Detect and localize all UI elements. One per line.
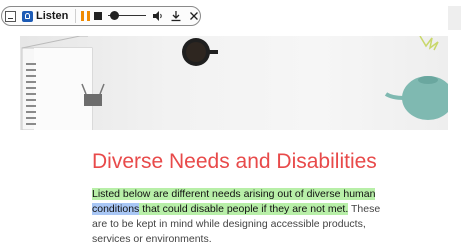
hero-image <box>20 36 448 130</box>
intro-paragraph: Listed below are different needs arising… <box>92 187 382 247</box>
coffee-cup-icon <box>182 38 218 66</box>
close-icon[interactable] <box>188 10 200 22</box>
pause-icon[interactable] <box>81 11 91 21</box>
toolbar-divider <box>75 9 77 23</box>
teapot-icon <box>384 76 448 120</box>
page-title: Diverse Needs and Disabilities <box>92 150 377 173</box>
volume-icon[interactable] <box>152 10 164 22</box>
listen-button[interactable]: Listen <box>20 8 70 24</box>
highlight-text-2: that could disable people if they are no… <box>139 203 349 215</box>
menu-toggle-icon[interactable] <box>5 10 16 22</box>
progress-slider[interactable] <box>108 10 147 22</box>
hero-illustration <box>21 36 448 130</box>
current-word: conditions <box>92 203 140 215</box>
download-icon[interactable] <box>170 10 182 22</box>
listen-toolbar: Listen <box>1 6 201 26</box>
listen-label: Listen <box>35 10 69 22</box>
progress-thumb[interactable] <box>109 11 119 20</box>
highlighted-sentence: Listed below are different needs arising… <box>92 188 376 215</box>
stop-icon[interactable] <box>94 12 103 20</box>
notebook-icon <box>21 36 93 130</box>
listen-icon <box>21 10 33 22</box>
plant-icon <box>419 36 439 51</box>
page-edge <box>448 6 461 30</box>
highlight-text-1: Listed below are different needs arising… <box>92 188 376 200</box>
